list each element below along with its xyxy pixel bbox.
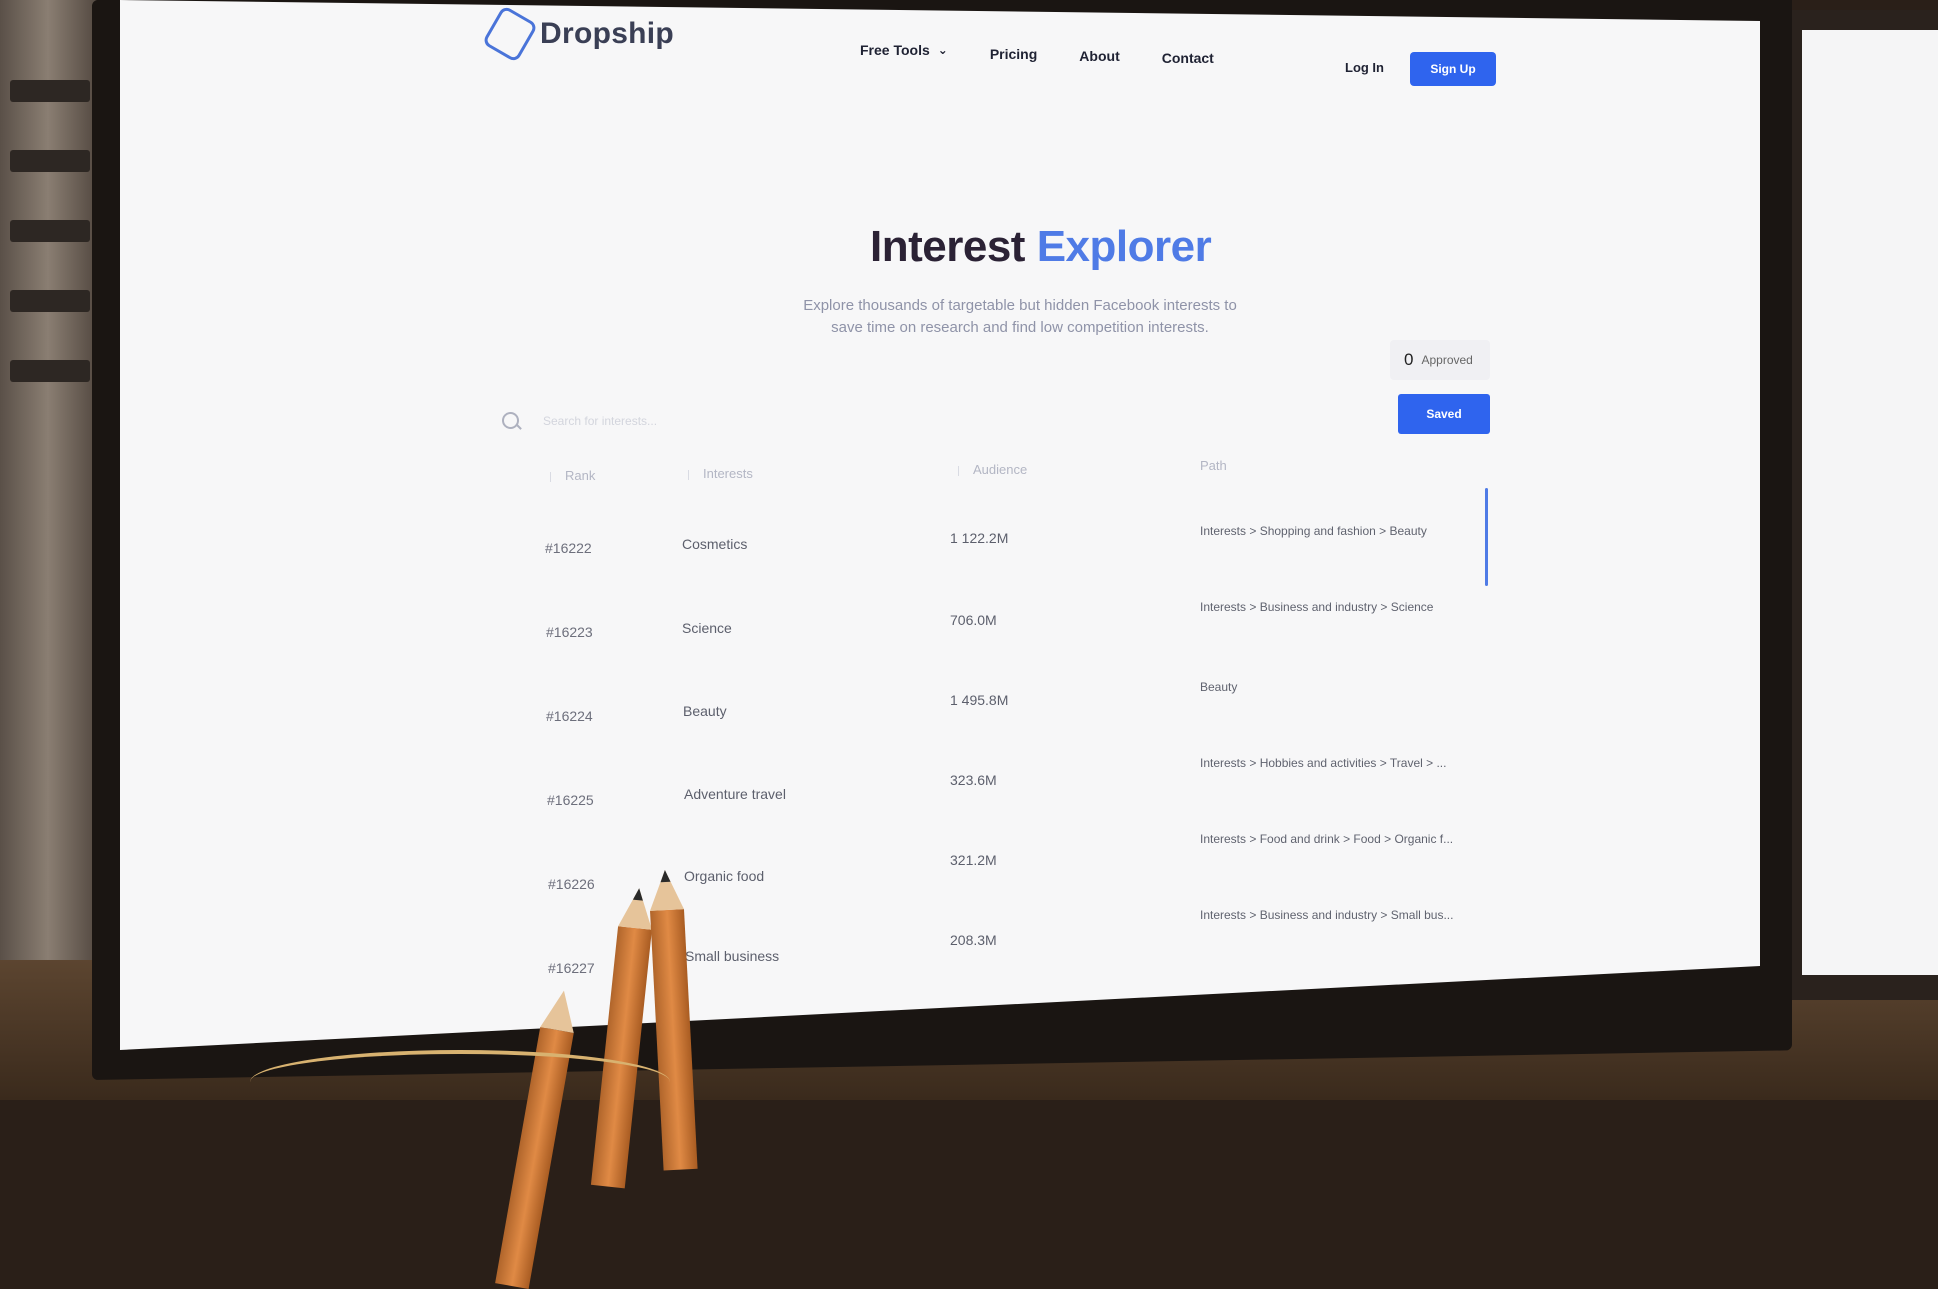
page-title: Interest Explorer [870,222,1212,272]
table-row-audience: 706.0M [950,612,997,628]
table-row-interest[interactable]: Science [682,620,732,636]
rack-slot [10,80,90,102]
search-icon [502,412,519,429]
page-subtitle: Explore thousands of targetable but hidd… [760,295,1280,339]
column-header-interests[interactable]: Interests [688,466,753,481]
table-row-rank: #16227 [548,960,595,976]
table-row-path: Interests > Food and drink > Food > Orga… [1200,832,1454,846]
rack-slot [10,150,90,172]
nav-label: Pricing [989,46,1038,62]
table-row-interest[interactable]: Cosmetics [682,536,747,552]
pencil-tip [540,987,581,1033]
nav-label: Free Tools [860,42,930,58]
column-header-label: Rank [565,468,596,483]
nav-label: About [1079,48,1120,64]
table-row-interest[interactable]: Adventure travel [684,786,786,802]
column-header-label: Audience [973,462,1028,477]
sort-icon [550,471,555,482]
table-row-path: Beauty [1200,680,1238,694]
table-row-path: Interests > Business and industry > Scie… [1200,600,1434,614]
table-row-path: Interests > Shopping and fashion > Beaut… [1200,524,1427,538]
logo-text: Dropship [540,17,675,50]
signup-button[interactable]: Sign Up [1410,52,1496,86]
column-header-path: Path [1200,458,1227,473]
table-row-audience: 323.6M [950,772,997,788]
table-row-rank: #16224 [546,708,593,724]
pencil-cup [250,1050,670,1114]
table-row-rank: #16223 [546,624,593,640]
title-part-1: Interest [870,222,1025,271]
monitor-screen: Dropship Free Tools ⌄ Pricing About Cont… [120,0,1760,1050]
rack-slot [10,220,90,242]
pencil-lead [632,887,645,901]
pencil-lead [659,869,671,883]
table-row-path: Interests > Business and industry > Smal… [1200,908,1454,922]
search-bar [502,412,845,429]
column-header-label: Interests [703,466,753,481]
table-row-audience: 321.2M [950,852,997,868]
table-row-audience: 1 495.8M [950,692,1009,708]
table-row-interest[interactable]: Beauty [683,703,727,719]
table-row-path: Interests > Hobbies and activities > Tra… [1200,756,1447,770]
column-header-label: Path [1200,458,1227,473]
column-header-audience[interactable]: Audience [958,462,1027,477]
table-row-rank: #16226 [548,876,595,892]
rack-slot [10,290,90,312]
subtitle-line-1: Explore thousands of targetable but hidd… [803,297,1237,314]
table-row-audience: 1 122.2M [950,530,1009,546]
search-input[interactable] [541,412,845,429]
approved-counter[interactable]: 0 Approved [1390,340,1490,380]
cube-logo-icon [481,4,539,64]
table-row-interest[interactable]: Small business [685,948,779,964]
nav-free-tools[interactable]: Free Tools ⌄ [860,42,948,58]
subtitle-line-2: save time on research and find low compe… [831,319,1209,336]
table-row-rank: #16222 [545,540,592,556]
sort-icon [958,465,963,476]
saved-button[interactable]: Saved [1398,394,1490,434]
logo[interactable]: Dropship [481,4,675,64]
nav-label: Contact [1161,50,1214,66]
nav-contact[interactable]: Contact [1162,50,1214,66]
approved-label: Approved [1421,353,1473,367]
nav-about[interactable]: About [1079,48,1119,64]
title-part-2: Explorer [1036,222,1212,271]
rack-slot [10,360,90,382]
sort-icon [688,469,693,480]
column-header-rank[interactable]: Rank [550,468,595,483]
table-row-audience: 208.3M [950,932,997,948]
approved-count: 0 [1404,350,1414,369]
table-row-rank: #16225 [547,792,594,808]
table-row-interest[interactable]: Organic food [684,868,764,884]
table-scrollbar[interactable] [1485,488,1488,586]
nav-pricing[interactable]: Pricing [990,46,1037,62]
login-link[interactable]: Log In [1345,60,1384,75]
main-nav: Free Tools ⌄ Pricing About Contact [860,42,1214,66]
chevron-down-icon: ⌄ [937,43,948,57]
second-monitor-screen [1802,30,1938,975]
